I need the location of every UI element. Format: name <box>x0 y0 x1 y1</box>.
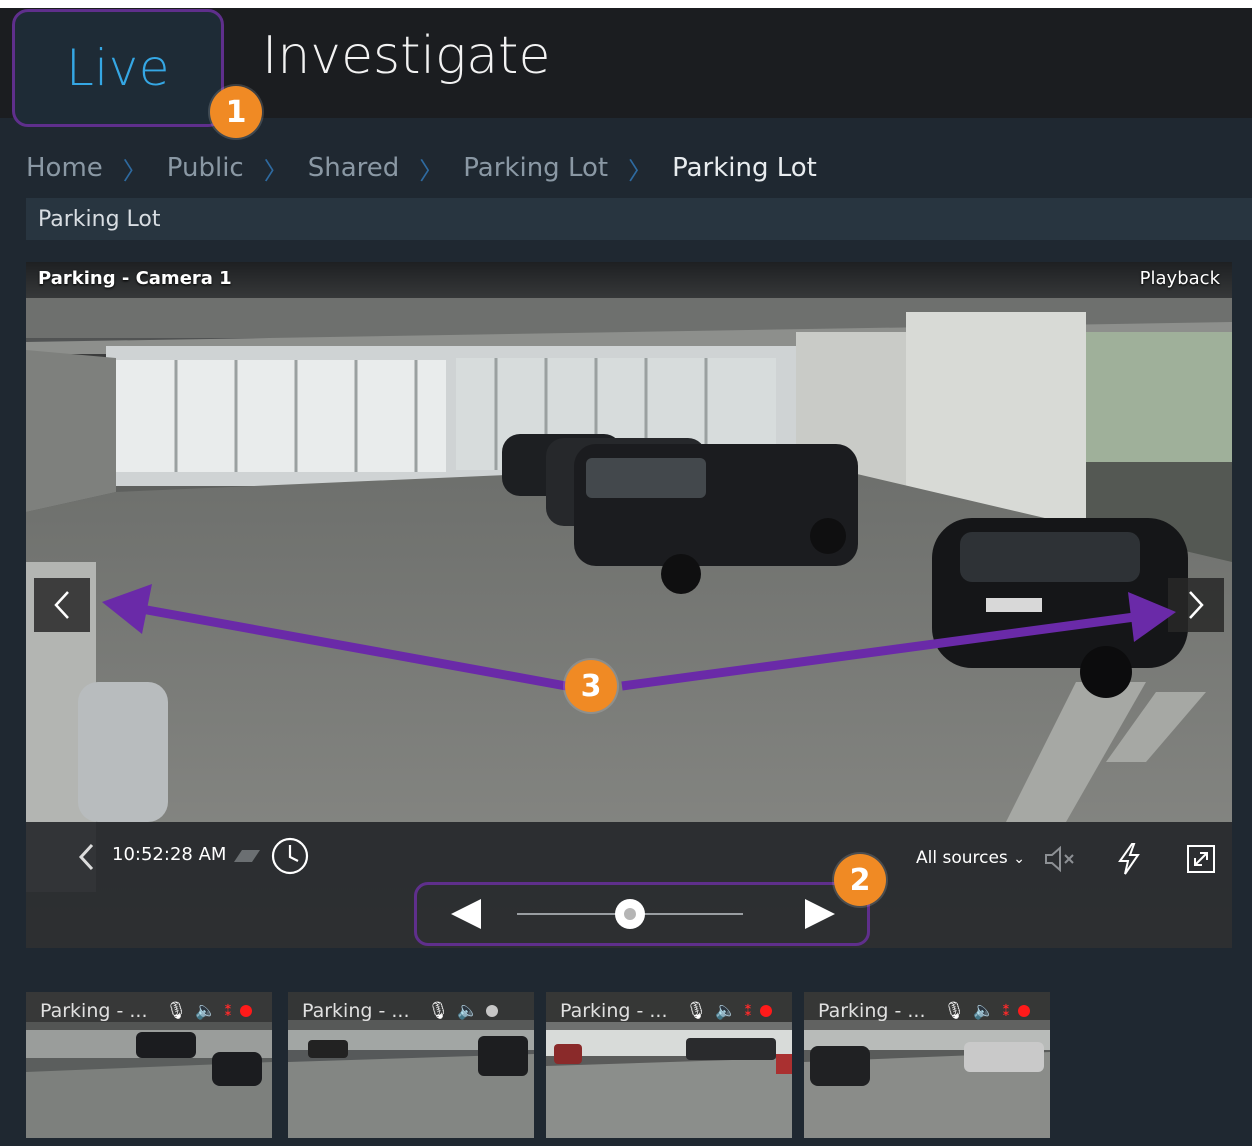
camera-thumbnail[interactable]: Parking - ... 🎙 🔈 ⁑ <box>26 992 272 1138</box>
breadcrumb-current: Parking Lot <box>672 153 817 183</box>
breadcrumb-parking-lot[interactable]: Parking Lot <box>463 153 608 183</box>
breadcrumb-home[interactable]: Home <box>26 153 103 183</box>
thumbnail-label: Parking - ... <box>560 1000 668 1022</box>
alert-icon: ⁑ <box>1002 1002 1011 1020</box>
chevron-right-icon: 〉 <box>628 156 653 185</box>
recording-indicator <box>486 1005 499 1017</box>
speaker-icon: 🔈 <box>973 1001 995 1021</box>
camera-thumbnail[interactable]: Parking - ... 🎙 🔈 ⁑ <box>804 992 1050 1138</box>
expand-icon[interactable] <box>1186 844 1216 878</box>
thumbnail-header: Parking - ... 🎙 🔈 ⁑ <box>804 992 1050 1030</box>
scrub-handle-center <box>624 908 636 920</box>
alert-icon: ⁑ <box>224 1002 233 1020</box>
view-title: Parking Lot <box>38 206 161 232</box>
annotation-arrow-right <box>621 611 1143 691</box>
thumbnail-label: Parking - ... <box>40 1000 148 1022</box>
recording-indicator <box>1018 1005 1031 1017</box>
chevron-right-icon: 〉 <box>419 156 444 185</box>
speaker-muted-icon[interactable] <box>1042 844 1076 878</box>
clock-icon[interactable] <box>270 836 310 880</box>
camera-thumbnail[interactable]: Parking - ... 🎙 🔈 ⁑ <box>546 992 792 1138</box>
step-forward-button[interactable] <box>805 899 835 929</box>
thumbnail-header: Parking - ... 🎙 🔈 <box>288 992 534 1030</box>
microphone-icon: 🎙 <box>427 1001 450 1021</box>
timeline-scrubber[interactable] <box>414 882 870 946</box>
playback-timestamp: 10:52:28 AM <box>112 844 227 865</box>
top-edge <box>0 0 1252 8</box>
microphone-icon: 🎙 <box>165 1001 188 1021</box>
chevron-right-icon: 〉 <box>122 156 147 185</box>
microphone-icon: 🎙 <box>943 1001 966 1021</box>
back-button[interactable] <box>76 842 96 876</box>
speaker-icon: 🔈 <box>457 1001 479 1021</box>
bookmark-icon[interactable] <box>232 846 262 870</box>
recording-indicator <box>240 1005 253 1017</box>
breadcrumb-public[interactable]: Public <box>167 153 244 183</box>
annotation-arrowhead-right <box>1128 592 1176 642</box>
callout-badge-1: 1 <box>210 86 262 138</box>
chevron-right-icon: 〉 <box>263 156 288 185</box>
recording-indicator <box>760 1005 773 1017</box>
lightning-icon[interactable] <box>1116 842 1142 880</box>
callout-badge-3: 3 <box>565 660 617 712</box>
chevron-left-icon <box>78 843 94 871</box>
timeline-track <box>451 899 835 929</box>
thumbnail-label: Parking - ... <box>302 1000 410 1022</box>
alert-icon: ⁑ <box>744 1002 753 1020</box>
camera-thumbnail[interactable]: Parking - ... 🎙 🔈 <box>288 992 534 1138</box>
tab-investigate[interactable]: Investigate <box>262 16 550 96</box>
video-player[interactable]: Parking - Camera 1 Playback 3 10:52:28 A… <box>26 262 1232 948</box>
annotation-arrowhead-left <box>102 584 152 634</box>
annotation-arrow-left <box>135 603 567 691</box>
callout-badge-2: 2 <box>834 854 886 906</box>
player-controls: 10:52:28 AM All sources ⌄ <box>26 822 1232 948</box>
step-back-button[interactable] <box>451 899 481 929</box>
sources-label: All sources <box>916 848 1008 868</box>
thumbnail-header: Parking - ... 🎙 🔈 ⁑ <box>546 992 792 1030</box>
thumbnail-header: Parking - ... 🎙 🔈 ⁑ <box>26 992 272 1030</box>
breadcrumb: Home 〉 Public 〉 Shared 〉 Parking Lot 〉 P… <box>26 146 817 190</box>
tab-live[interactable]: Live <box>12 9 224 127</box>
speaker-icon: 🔈 <box>715 1001 737 1021</box>
thumbnail-label: Parking - ... <box>818 1000 926 1022</box>
camera-thumbnail-strip: Parking - ... 🎙 🔈 ⁑ Parking - ... 🎙 🔈 Pa… <box>26 992 1056 1142</box>
breadcrumb-shared[interactable]: Shared <box>308 153 400 183</box>
view-title-bar: Parking Lot <box>26 198 1252 240</box>
chevron-down-icon: ⌄ <box>1013 851 1025 867</box>
microphone-icon: 🎙 <box>685 1001 708 1021</box>
speaker-icon: 🔈 <box>195 1001 217 1021</box>
sources-dropdown[interactable]: All sources ⌄ <box>916 848 1025 868</box>
